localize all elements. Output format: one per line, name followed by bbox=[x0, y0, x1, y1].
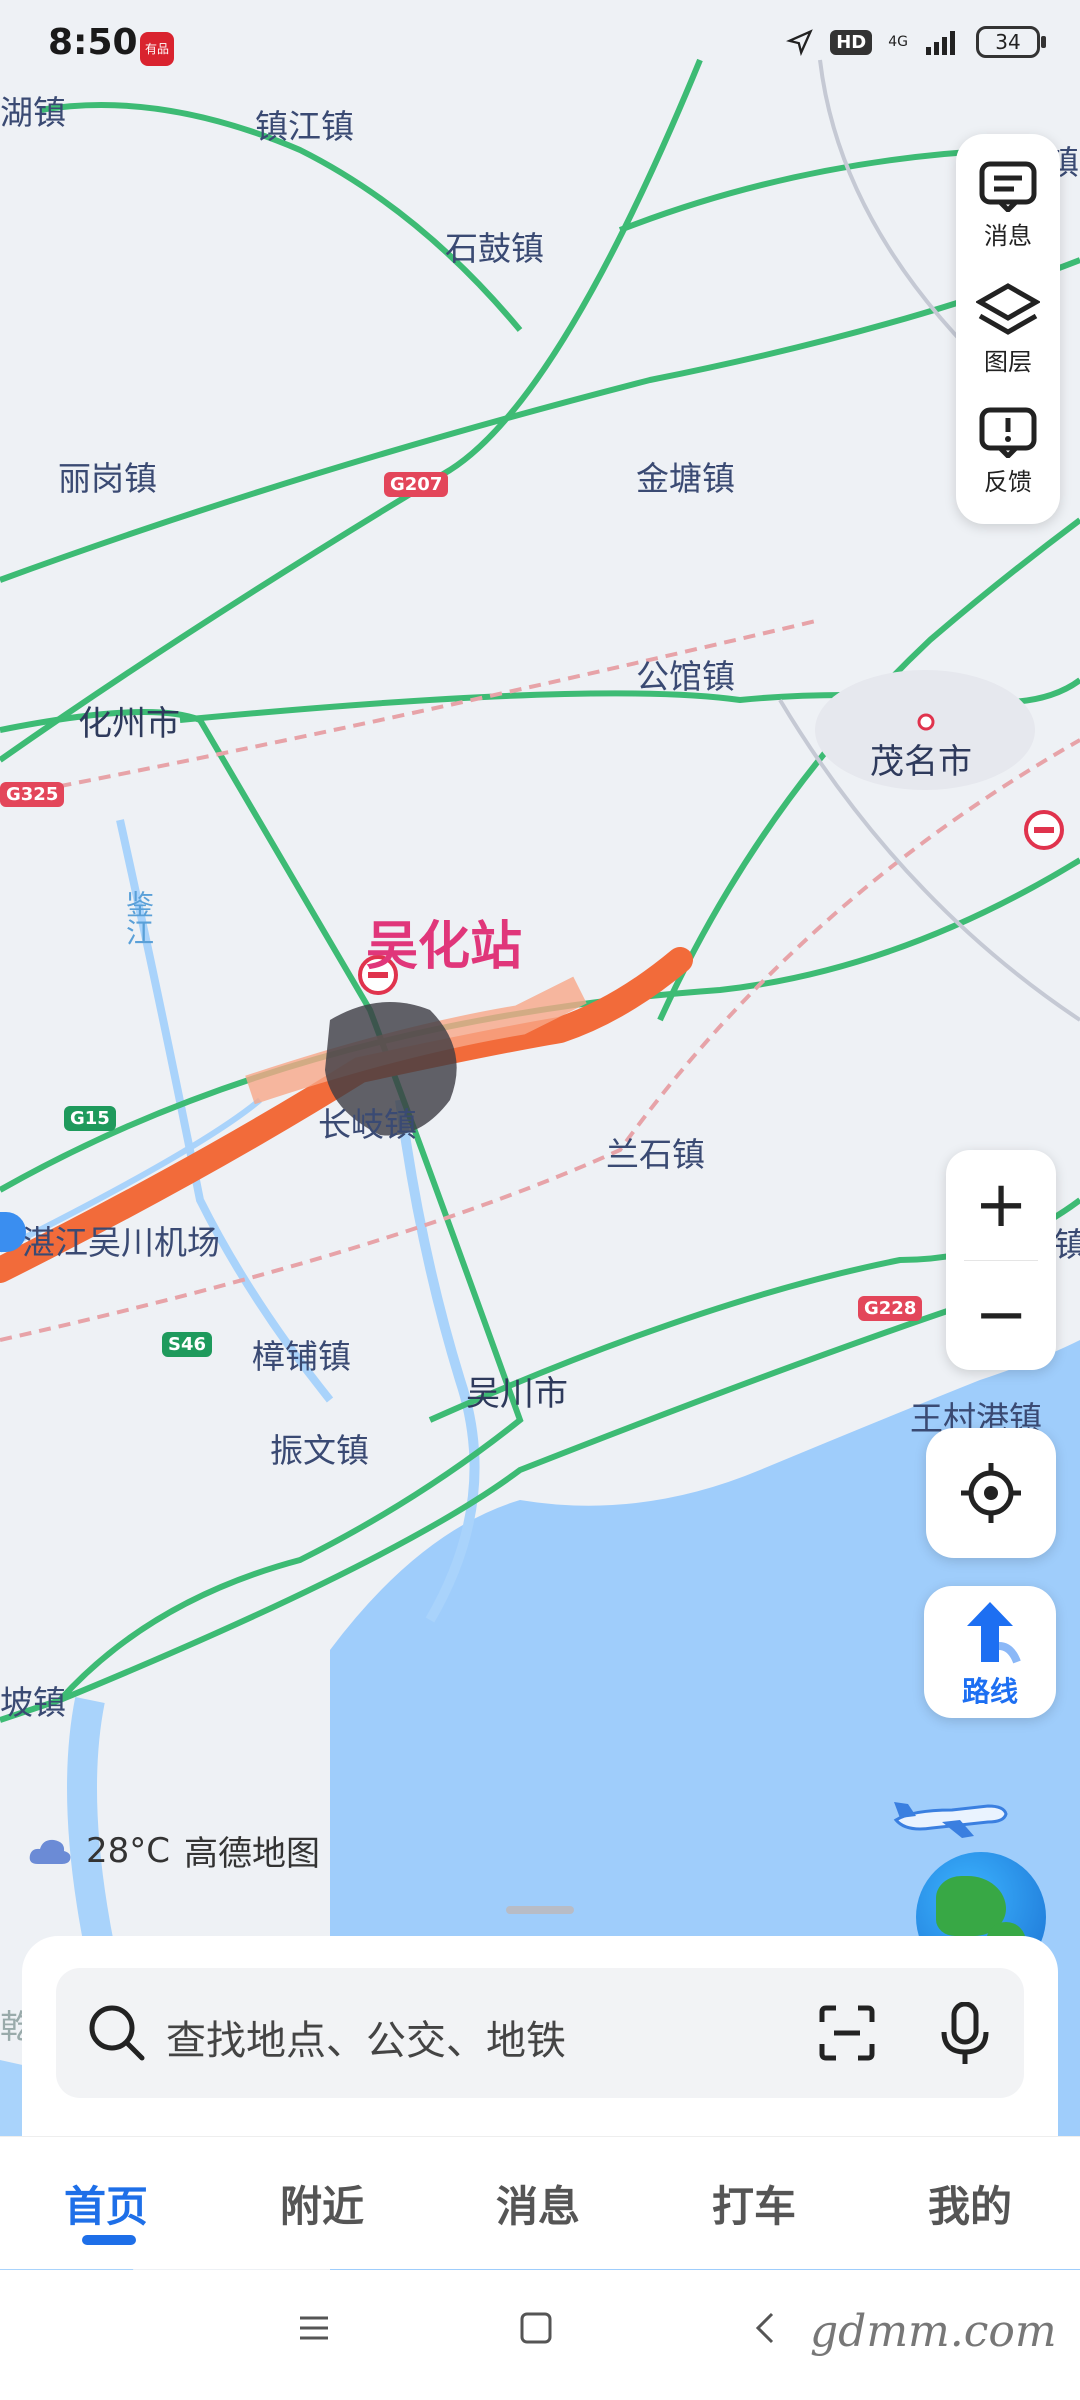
scan-icon[interactable] bbox=[818, 2004, 876, 2062]
status-bar: 8:50 有品 HD 4G 34 bbox=[0, 0, 1080, 96]
place-label[interactable]: 兰石镇 bbox=[606, 1128, 705, 1176]
place-label[interactable]: 公馆镇 bbox=[636, 650, 735, 698]
tab-home-label: 首页 bbox=[64, 2182, 149, 2231]
zoom-out-button[interactable]: − bbox=[946, 1260, 1056, 1370]
hd-icon: HD bbox=[830, 29, 873, 55]
system-nav-bar: gdmm.com bbox=[0, 2270, 1080, 2400]
tab-taxi[interactable]: 打车 bbox=[712, 2173, 796, 2234]
temperature: 28°C bbox=[86, 1830, 171, 1871]
place-label[interactable]: 丽岗镇 bbox=[58, 452, 157, 500]
route-label: 路线 bbox=[961, 1675, 1018, 1708]
signal-icon bbox=[926, 31, 955, 55]
road-shield: G15 bbox=[64, 1106, 116, 1131]
app-badge-icon: 有品 bbox=[140, 32, 174, 66]
road-shield: G228 bbox=[858, 1296, 923, 1321]
menu-icon[interactable] bbox=[296, 2310, 332, 2346]
feedback-label: 反馈 bbox=[984, 468, 1032, 496]
search-placeholder: 查找地点、公交、地铁 bbox=[166, 2018, 566, 2064]
messages-button[interactable]: 消息 bbox=[956, 160, 1060, 251]
status-right: HD 4G 34 bbox=[786, 26, 1046, 58]
tab-mine[interactable]: 我的 bbox=[928, 2173, 1012, 2234]
battery-icon: 34 bbox=[976, 26, 1046, 58]
station-pin-east[interactable] bbox=[1024, 810, 1064, 850]
place-label[interactable]: 樟铺镇 bbox=[252, 1330, 351, 1378]
tab-nearby[interactable]: 附近 bbox=[280, 2173, 364, 2234]
network-label: 4G bbox=[888, 34, 908, 50]
place-label[interactable]: 湖镇 bbox=[0, 86, 66, 134]
sheet-drag-handle[interactable] bbox=[506, 1906, 574, 1914]
route-arrow-icon bbox=[967, 1602, 1021, 1664]
road-shield: G207 bbox=[384, 472, 449, 497]
river-label: 鉴江 bbox=[122, 890, 155, 946]
place-label[interactable]: 长岐镇 bbox=[318, 1098, 417, 1146]
place-label[interactable]: 镇 bbox=[1054, 1218, 1080, 1266]
status-time: 8:50 bbox=[48, 22, 138, 63]
place-label[interactable]: 金塘镇 bbox=[636, 452, 735, 500]
place-label[interactable]: 吴川市 bbox=[466, 1366, 568, 1415]
tab-messages[interactable]: 消息 bbox=[496, 2173, 580, 2234]
tab-active-indicator bbox=[82, 2235, 136, 2245]
zoom-in-button[interactable]: + bbox=[946, 1150, 1056, 1260]
cloud-icon bbox=[29, 1839, 71, 1864]
place-label[interactable]: 茂名市 bbox=[870, 734, 972, 783]
search-icon bbox=[89, 2005, 145, 2061]
zoom-control: + − bbox=[946, 1150, 1056, 1370]
message-icon bbox=[979, 161, 1037, 212]
airport-label[interactable]: 湛江吴川机场 bbox=[22, 1216, 220, 1264]
watermark: gdmm.com bbox=[810, 2306, 1057, 2357]
feedback-icon bbox=[979, 407, 1037, 458]
microphone-icon[interactable] bbox=[940, 2002, 990, 2066]
locate-button[interactable] bbox=[926, 1428, 1056, 1558]
place-label[interactable]: 振文镇 bbox=[270, 1424, 369, 1472]
place-label[interactable]: 石鼓镇 bbox=[445, 222, 544, 270]
place-label[interactable]: 坡镇 bbox=[0, 1676, 66, 1724]
search-bar[interactable]: 查找地点、公交、地铁 bbox=[56, 1968, 1024, 2098]
layers-label: 图层 bbox=[984, 348, 1032, 376]
airplane-icon[interactable] bbox=[892, 1792, 1012, 1842]
brand-label: 高德地图 bbox=[184, 1834, 321, 1874]
tab-home[interactable]: 首页 bbox=[64, 2173, 149, 2245]
back-icon[interactable] bbox=[748, 2310, 784, 2346]
place-label[interactable]: 化州市 bbox=[78, 696, 180, 745]
location-arrow-icon bbox=[786, 29, 814, 56]
route-button[interactable]: 路线 bbox=[924, 1586, 1056, 1718]
weather-bar[interactable]: 28°C 高德地图 bbox=[28, 1826, 320, 1875]
map-tools-panel: 消息 图层 反馈 bbox=[956, 134, 1060, 524]
crosshair-icon bbox=[961, 1463, 1021, 1523]
road-shield: G325 bbox=[0, 782, 65, 807]
home-icon[interactable] bbox=[518, 2310, 554, 2346]
layers-icon bbox=[976, 283, 1040, 335]
messages-label: 消息 bbox=[984, 222, 1032, 250]
station-label[interactable]: 吴化站 bbox=[366, 904, 522, 979]
place-label[interactable]: 镇江镇 bbox=[255, 100, 354, 148]
layers-button[interactable]: 图层 bbox=[956, 282, 1060, 377]
bottom-tab-bar: 首页 附近 消息 打车 我的 bbox=[0, 2136, 1080, 2269]
feedback-button[interactable]: 反馈 bbox=[956, 406, 1060, 497]
road-shield: S46 bbox=[162, 1332, 213, 1357]
